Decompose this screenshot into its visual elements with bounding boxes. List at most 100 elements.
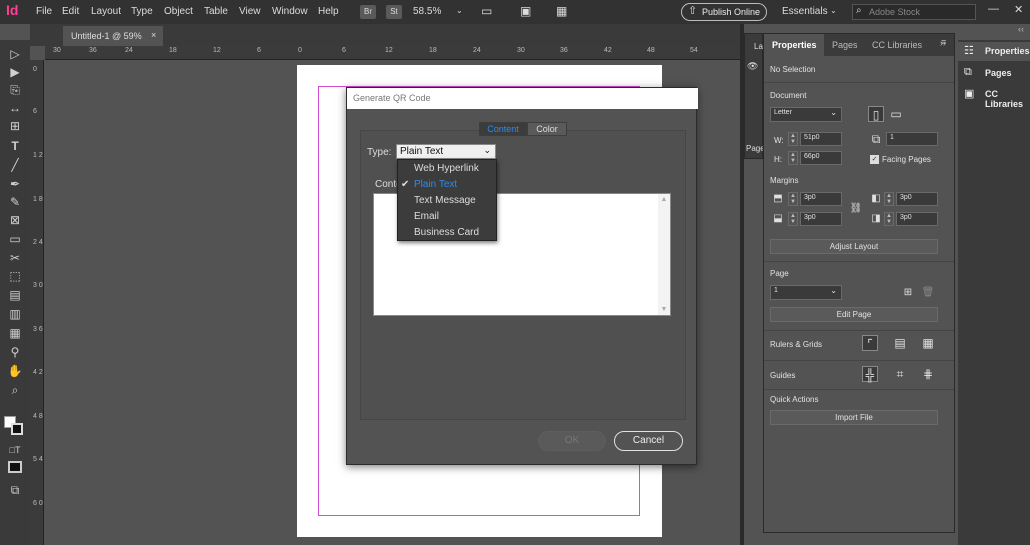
adjust-layout-button[interactable]: Adjust Layout [770, 239, 938, 254]
margin-right-stepper[interactable]: ▲ ▼ [884, 212, 894, 226]
document-tab[interactable]: Untitled-1 @ 59% × [63, 26, 163, 46]
zoom-level[interactable]: 58.5% [413, 6, 441, 17]
gap-tool-icon[interactable]: ↔ [5, 100, 25, 116]
minimize-icon[interactable]: — [988, 3, 999, 15]
tab-cc-libraries[interactable]: CC Libraries [872, 40, 922, 50]
link-margins-icon[interactable]: ⛓ [848, 201, 864, 217]
textarea-scrollbar[interactable]: ▲ ▼ [658, 194, 670, 315]
ok-button[interactable]: OK [538, 431, 606, 451]
height-stepper[interactable]: ▲ ▼ [788, 151, 798, 165]
stock-search-input[interactable]: Adobe Stock [852, 4, 976, 20]
facing-pages-checkbox[interactable]: ✓ [870, 155, 879, 164]
free-transform-tool-icon[interactable]: ⬚ [5, 268, 25, 284]
menu-file[interactable]: File [36, 6, 52, 17]
show-guides-icon[interactable]: ╬ [862, 366, 878, 382]
margin-left-field[interactable]: 3p0 [896, 192, 938, 206]
eyedropper-tool-icon[interactable]: ⚲ [5, 344, 25, 360]
menu-type[interactable]: Type [131, 6, 153, 17]
option-web-hyperlink[interactable]: Web Hyperlink [414, 163, 479, 174]
page-tool-icon[interactable]: ⎘ [5, 82, 25, 98]
width-field[interactable]: 51p0 [800, 132, 842, 146]
margin-bottom-field[interactable]: 3p0 [800, 212, 842, 226]
arrange-docs-icon[interactable]: ▦ [556, 4, 567, 18]
preset-select[interactable]: Letter ⌄ [770, 107, 842, 122]
eye-icon[interactable]: 👁 [747, 61, 758, 72]
menu-help[interactable]: Help [318, 6, 339, 17]
type-tool-icon[interactable]: T [5, 138, 25, 154]
pen-tool-icon[interactable]: ✒ [5, 176, 25, 192]
margin-top-field[interactable]: 3p0 [800, 192, 842, 206]
hand-tool-icon[interactable]: ✋ [5, 363, 25, 379]
panel-menu-icon[interactable]: ≡ [941, 37, 946, 47]
page-select[interactable]: 1 ⌄ [770, 285, 842, 300]
document-grid-icon[interactable]: ▦ [920, 335, 936, 351]
cc-libraries-icon[interactable]: ▣ [964, 87, 974, 100]
import-file-button[interactable]: Import File [770, 410, 938, 425]
line-tool-icon[interactable]: ╱ [5, 157, 25, 173]
properties-icon[interactable]: ☷ [964, 44, 974, 57]
direct-selection-tool-icon[interactable]: ▶ [5, 64, 25, 80]
dock-cc-libraries[interactable]: CC Libraries [985, 89, 1030, 109]
note-tool-icon[interactable]: ▦ [5, 325, 25, 341]
stock-button[interactable]: St [386, 5, 402, 19]
layers-panel-collapsed[interactable]: La 👁 [744, 33, 763, 159]
workspace-chevron-icon[interactable]: ⌄ [830, 6, 837, 15]
lock-guides-icon[interactable]: ⌗ [892, 366, 908, 382]
scroll-down-icon[interactable]: ▼ [658, 306, 670, 313]
scroll-up-icon[interactable]: ▲ [658, 196, 670, 203]
menu-layout[interactable]: Layout [91, 6, 121, 17]
cancel-button[interactable]: Cancel [614, 431, 683, 451]
zoom-chevron-icon[interactable]: ⌄ [456, 6, 463, 15]
tab-close-icon[interactable]: × [151, 30, 156, 40]
dock-pages[interactable]: Pages [985, 68, 1012, 78]
height-field[interactable]: 66p0 [800, 151, 842, 165]
screen-mode-tool-icon[interactable]: ⧉ [5, 482, 25, 498]
rectangle-frame-tool-icon[interactable]: ⊠ [5, 212, 25, 228]
rulers-icon[interactable]: ⌜ [862, 335, 878, 351]
selection-tool-icon[interactable]: ▷ [5, 46, 25, 62]
scissors-tool-icon[interactable]: ✂ [5, 250, 25, 266]
horizontal-ruler[interactable]: 30 36 24 18 12 6 0 6 12 18 24 30 36 42 4… [45, 46, 740, 60]
rectangle-tool-icon[interactable]: ▭ [5, 231, 25, 247]
zoom-tool-icon[interactable]: ⌕ [5, 382, 25, 398]
apply-color-icon[interactable] [8, 461, 22, 473]
margin-right-field[interactable]: 3p0 [896, 212, 938, 226]
layers-tab-label[interactable]: La [754, 42, 763, 51]
formatting-container-icon[interactable]: □T [5, 442, 25, 458]
screen-mode-icon[interactable]: ▣ [520, 4, 531, 18]
option-text-message[interactable]: Text Message [414, 195, 476, 206]
option-business-card[interactable]: Business Card [414, 227, 479, 238]
landscape-orientation-icon[interactable]: ▭ [888, 106, 904, 122]
workspace-switcher[interactable]: Essentials [782, 6, 828, 17]
frame-view-icon[interactable]: ▭ [481, 4, 492, 18]
stroke-swatch[interactable] [11, 423, 23, 435]
smart-guides-icon[interactable]: ⋕ [920, 366, 936, 382]
menu-view[interactable]: View [239, 6, 261, 17]
pages-icon[interactable]: ⧉ [964, 66, 972, 79]
type-select[interactable]: Plain Text ⌄ [396, 144, 496, 159]
close-icon[interactable]: ✕ [1014, 3, 1023, 16]
menu-table[interactable]: Table [204, 6, 228, 17]
width-stepper[interactable]: ▲ ▼ [788, 132, 798, 146]
tab-pages[interactable]: Pages [832, 40, 858, 50]
option-plain-text[interactable]: Plain Text [414, 179, 457, 190]
gradient-feather-tool-icon[interactable]: ▥ [5, 306, 25, 322]
baseline-grid-icon[interactable]: ▤ [892, 335, 908, 351]
vertical-ruler[interactable]: 0 6 1 2 1 8 2 4 3 0 3 6 4 2 4 8 5 4 6 0 [30, 60, 44, 545]
pages-count-field[interactable]: 1 [886, 132, 938, 146]
dock-expand-icon[interactable]: ‹‹ [1018, 24, 1024, 34]
pages-side-label[interactable]: Page [746, 144, 765, 153]
pencil-tool-icon[interactable]: ✎ [5, 194, 25, 210]
tab-content[interactable]: Content [479, 122, 527, 136]
option-email[interactable]: Email [414, 211, 439, 222]
trash-icon[interactable]: 🗑 [920, 285, 936, 301]
margin-bottom-stepper[interactable]: ▲ ▼ [788, 212, 798, 226]
menu-window[interactable]: Window [272, 6, 308, 17]
content-collector-icon[interactable]: ⊞ [5, 118, 25, 134]
bridge-button[interactable]: Br [360, 5, 376, 19]
menu-object[interactable]: Object [164, 6, 193, 17]
new-page-icon[interactable]: ⊞ [900, 285, 916, 301]
dock-properties[interactable]: Properties [985, 46, 1030, 56]
menu-edit[interactable]: Edit [62, 6, 79, 17]
tab-color[interactable]: Color [527, 122, 567, 136]
